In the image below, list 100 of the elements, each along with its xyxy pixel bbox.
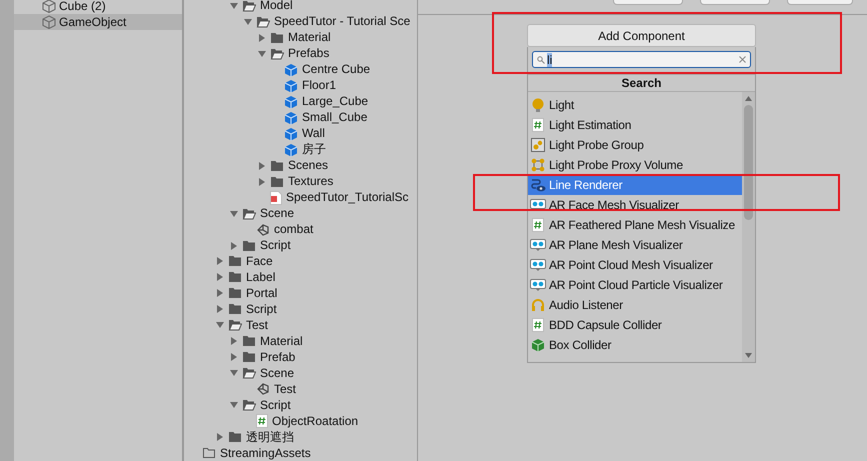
collapsed-arrow-icon[interactable] <box>216 305 224 314</box>
tree-item-label[interactable]: Label <box>246 270 276 284</box>
collapsed-arrow-icon[interactable] <box>216 289 224 298</box>
open-folder-icon <box>242 208 256 220</box>
folder-icon <box>228 303 242 316</box>
expanded-arrow-icon[interactable] <box>230 2 238 10</box>
line-eye-icon <box>530 178 546 192</box>
tree-item-label[interactable]: Material <box>288 31 331 44</box>
cube-icon <box>284 62 298 77</box>
collapsed-arrow-icon[interactable] <box>216 257 224 266</box>
folder-icon <box>270 160 284 172</box>
tree-item-label[interactable]: Script <box>260 239 291 252</box>
search-field[interactable]: li <box>532 51 751 68</box>
ar-visualizer-icon <box>530 279 546 291</box>
collapsed-arrow-icon[interactable] <box>230 337 238 346</box>
tree-item-label[interactable]: Prefabs <box>288 47 330 60</box>
folder-icon <box>228 271 242 284</box>
tree-item-label[interactable]: Scenes <box>288 159 328 172</box>
component-list-item[interactable]: AR Face Mesh Visualizer <box>528 195 742 215</box>
expanded-arrow-icon[interactable] <box>230 369 238 378</box>
probe-group-icon <box>531 138 545 152</box>
folder-icon <box>202 447 216 460</box>
unity-scene-icon <box>256 382 270 396</box>
component-list-item[interactable]: Light Estimation <box>528 115 742 135</box>
cube-icon <box>284 126 298 141</box>
expanded-arrow-icon[interactable] <box>230 401 238 410</box>
collapsed-arrow-icon[interactable] <box>258 162 266 170</box>
component-list-item[interactable]: Line Renderer <box>528 175 742 195</box>
component-list-item[interactable]: AR Feathered Plane Mesh Visualize <box>528 215 742 235</box>
component-list-item[interactable]: BDD Capsule Collider <box>528 315 742 335</box>
tree-item-label[interactable]: Floor1 <box>302 79 336 92</box>
tree-item-label[interactable]: Scene <box>260 366 294 380</box>
component-list-item[interactable]: Light Probe Proxy Volume <box>528 155 742 175</box>
open-folder-icon <box>242 0 256 12</box>
tree-item-label[interactable]: Test <box>274 382 296 396</box>
tree-item-label[interactable]: combat <box>274 223 314 236</box>
tree-item-label[interactable]: Material <box>260 334 303 348</box>
hierarchy-row[interactable]: Cube (2) <box>14 0 182 14</box>
script-file-icon <box>532 118 544 132</box>
open-folder-icon <box>256 16 270 28</box>
component-list-item[interactable]: AR Point Cloud Mesh Visualizer <box>528 255 742 275</box>
tree-item-label[interactable]: 房子 <box>302 143 326 156</box>
y-field[interactable] <box>700 0 770 5</box>
open-folder-icon <box>242 367 256 380</box>
tree-item-label[interactable]: Small_Cube <box>302 111 368 124</box>
component-list-item[interactable]: Box Collider <box>528 335 742 355</box>
headphones-icon <box>531 298 545 312</box>
tree-item-label[interactable]: Test <box>246 318 268 332</box>
expanded-arrow-icon[interactable] <box>230 210 238 218</box>
tree-item-label[interactable]: Script <box>260 398 291 412</box>
script-file-icon <box>532 318 544 332</box>
tree-item-label[interactable]: ObjectRoatation <box>272 414 358 428</box>
tree-item-label[interactable]: Prefab <box>260 350 296 364</box>
tree-item-label[interactable]: Model <box>260 0 293 12</box>
component-list-item[interactable]: Audio Listener <box>528 295 742 315</box>
tree-item-label[interactable]: Textures <box>288 175 334 188</box>
tree-item-label[interactable]: Face <box>246 254 273 268</box>
collapsed-arrow-icon[interactable] <box>230 353 238 362</box>
tree-item-label[interactable]: Scene <box>260 207 294 220</box>
folder-icon <box>242 335 256 348</box>
x-field[interactable] <box>613 0 683 5</box>
expanded-arrow-icon[interactable] <box>258 50 266 58</box>
ar-visualizer-icon <box>530 259 546 271</box>
tree-item-label[interactable]: Script <box>246 302 277 316</box>
collapsed-arrow-icon[interactable] <box>230 242 238 250</box>
component-list-item[interactable]: AR Point Cloud Particle Visualizer <box>528 275 742 295</box>
hierarchy-row[interactable]: GameObject <box>14 14 182 30</box>
collapsed-arrow-icon[interactable] <box>216 433 224 442</box>
tree-item-label[interactable]: Wall <box>302 127 325 140</box>
expanded-arrow-icon[interactable] <box>244 18 252 26</box>
tree-item-label[interactable]: Large_Cube <box>302 95 368 108</box>
folder-icon <box>270 176 284 188</box>
close-icon[interactable] <box>739 56 746 63</box>
tree-item-label[interactable]: Centre Cube <box>302 63 370 76</box>
script-file-icon <box>532 218 544 232</box>
collapsed-arrow-icon[interactable] <box>216 273 224 282</box>
add-component-button[interactable]: Add Component <box>527 24 756 47</box>
document-icon <box>270 190 282 205</box>
tree-item-label[interactable]: Portal <box>246 286 278 300</box>
tree-item-label[interactable]: StreamingAssets <box>220 446 311 460</box>
collapsed-arrow-icon[interactable] <box>258 34 266 42</box>
component-list-item[interactable]: Light <box>528 95 742 115</box>
z-field[interactable] <box>787 0 853 5</box>
cube-outline-icon <box>42 15 56 29</box>
tree-item-label[interactable]: SpeedTutor - Tutorial Sce <box>274 15 410 28</box>
expanded-arrow-icon[interactable] <box>216 321 224 330</box>
tree-item-label[interactable]: SpeedTutor_TutorialSc <box>286 191 409 204</box>
scrollbar[interactable] <box>742 92 755 362</box>
collapsed-arrow-icon[interactable] <box>258 178 266 186</box>
tree-item-label[interactable]: 透明遮挡 <box>246 430 294 444</box>
game-object-label: GameObject <box>59 16 126 28</box>
folder-icon <box>228 431 242 444</box>
component-list-item[interactable]: Light Probe Group <box>528 135 742 155</box>
cube-icon <box>284 94 298 109</box>
unity-scene-icon <box>256 222 270 237</box>
open-folder-icon <box>228 319 242 332</box>
game-object-label: Cube (2) <box>59 0 106 12</box>
component-list-item[interactable]: AR Plane Mesh Visualizer <box>528 235 742 255</box>
scroll-up-icon <box>745 96 752 101</box>
open-folder-icon <box>270 48 284 60</box>
